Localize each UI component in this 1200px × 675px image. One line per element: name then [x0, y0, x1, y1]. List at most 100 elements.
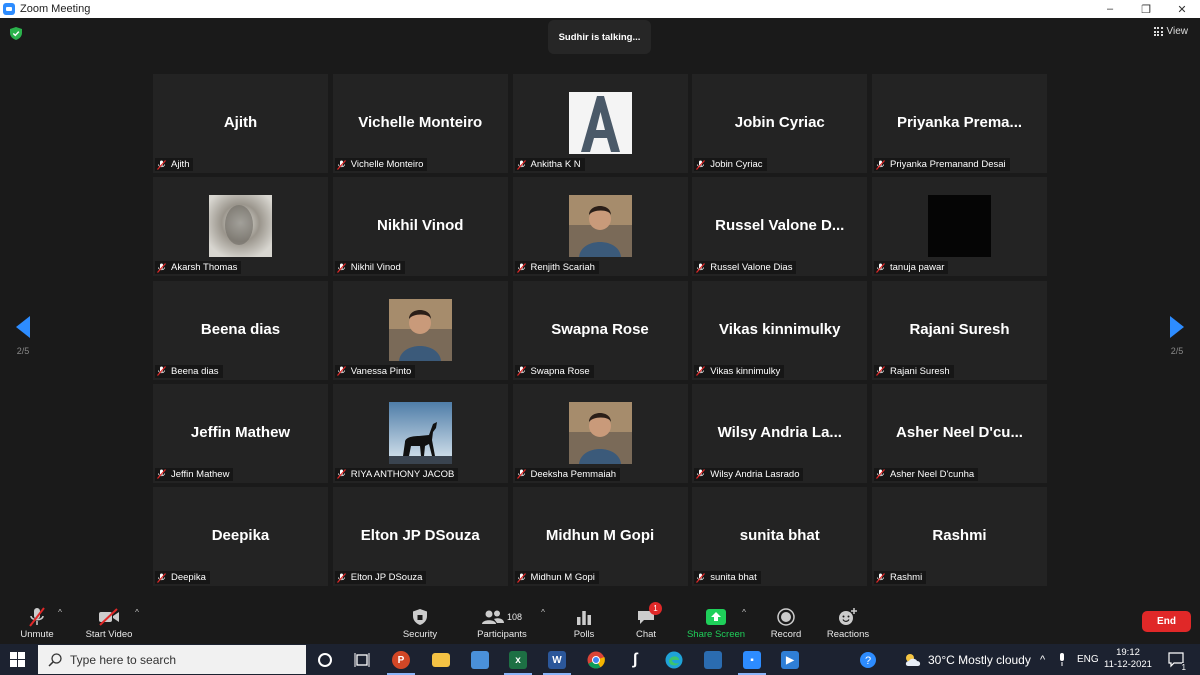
participant-tile[interactable]: Jeffin Mathew Jeffin Mathew — [153, 383, 328, 483]
minimize-button[interactable]: – — [1092, 0, 1128, 18]
start-video-button[interactable]: Start Video — [82, 598, 136, 644]
participant-tile[interactable]: Vanessa Pinto — [332, 280, 508, 380]
participants-button[interactable]: 108 Participants — [474, 598, 530, 644]
next-page-button[interactable]: 2/5 — [1162, 316, 1192, 356]
participant-tile[interactable]: sunita bhat sunita bhat — [692, 487, 868, 586]
file-explorer-icon[interactable] — [431, 650, 451, 670]
window-titlebar: Zoom Meeting – ❐ ✕ — [0, 0, 1200, 18]
mic-muted-icon — [696, 159, 710, 170]
participant-name-text: Vikas kinnimulky — [710, 365, 781, 377]
taskbar-search-box[interactable]: Type here to search — [38, 645, 306, 674]
participant-tile[interactable]: Deeksha Pemmaiah — [512, 383, 688, 483]
participant-name-label: sunita bhat — [694, 571, 761, 584]
polls-button[interactable]: Polls — [568, 598, 600, 644]
participant-tile[interactable]: Rashmi Rashmi — [872, 487, 1047, 586]
language-indicator[interactable]: ENG — [1077, 644, 1099, 675]
participant-tile[interactable]: Nikhil Vinod Nikhil Vinod — [332, 177, 508, 277]
taskbar-clock[interactable]: 19:12 11-12-2021 — [1103, 647, 1153, 671]
end-meeting-button[interactable]: End — [1142, 611, 1191, 632]
participant-name-text: Nikhil Vinod — [350, 262, 401, 274]
participant-name-label: RIYA ANTHONY JACOB — [334, 467, 459, 481]
app-s-icon[interactable]: ʃ — [625, 650, 645, 670]
participant-name-label: Nikhil Vinod — [334, 261, 405, 275]
participant-display-name: Deepika — [211, 527, 270, 544]
participant-tile[interactable]: Ajith Ajith — [153, 74, 328, 173]
participant-name-label: Wilsy Andria Lasrado — [694, 467, 804, 481]
chat-unread-badge: 1 — [649, 602, 662, 615]
windows-start-icon[interactable] — [10, 652, 25, 667]
excel-icon[interactable]: x — [504, 650, 532, 675]
grid-view-icon — [1153, 27, 1163, 36]
participant-tile[interactable]: Vikas kinnimulky Vikas kinnimulky — [692, 280, 868, 380]
participant-tile[interactable]: Rajani Suresh Rajani Suresh — [872, 280, 1047, 380]
participant-tile[interactable]: Priyanka Prema... Priyanka Premanand Desa… — [872, 74, 1047, 173]
participant-name-text: Deeksha Pemmaiah — [530, 468, 617, 480]
edge-icon[interactable] — [664, 650, 684, 670]
view-button[interactable]: View — [1153, 26, 1189, 37]
close-button[interactable]: ✕ — [1164, 0, 1200, 18]
cortana-icon[interactable] — [315, 650, 335, 670]
zoom-app-icon — [3, 3, 15, 15]
participant-name-text: Swapna Rose — [530, 365, 590, 377]
photos-icon[interactable] — [703, 650, 723, 670]
word-icon[interactable]: W — [543, 650, 571, 675]
mic-muted-icon — [696, 366, 710, 376]
media-icon[interactable]: ▶ — [780, 650, 800, 670]
previous-page-button[interactable]: 2/5 — [8, 316, 38, 356]
participant-name-text: Rajani Suresh — [890, 365, 950, 377]
participant-tile[interactable]: Asher Neel D'cu... Asher Neel D'cunha — [872, 383, 1047, 483]
participants-options-caret[interactable]: ^ — [537, 598, 549, 644]
show-hidden-icons-chevron[interactable]: ^ — [1040, 644, 1045, 675]
participant-name-label: Ankitha K N — [514, 158, 585, 171]
zoom-icon[interactable]: ▪ — [738, 650, 766, 675]
video-options-caret[interactable]: ^ — [131, 598, 143, 644]
notification-center-icon[interactable]: 1 — [1166, 650, 1186, 672]
participant-tile[interactable]: tanuja pawar — [872, 177, 1047, 277]
participant-tile[interactable]: Jobin Cyriac Jobin Cyriac — [692, 74, 868, 173]
share-screen-button[interactable]: Share Screen — [686, 598, 746, 644]
view-label: View — [1166, 26, 1189, 37]
participant-name-text: sunita bhat — [710, 572, 757, 583]
reactions-button[interactable]: Reactions — [824, 598, 872, 644]
chat-button[interactable]: 1 Chat — [630, 598, 662, 644]
participant-tile[interactable]: Swapna Rose Swapna Rose — [512, 280, 688, 380]
participant-tile[interactable]: Beena dias Beena dias — [153, 280, 328, 380]
participant-tile[interactable]: Vichelle Monteiro Vichelle Monteiro — [332, 74, 508, 173]
mic-muted-icon — [516, 366, 531, 376]
participant-avatar — [388, 401, 452, 464]
powerpoint-icon[interactable]: P — [387, 650, 415, 675]
participant-name-label: Ajith — [155, 158, 194, 171]
remote-desktop-icon[interactable] — [470, 650, 490, 670]
audio-options-caret[interactable]: ^ — [54, 598, 66, 644]
participant-tile[interactable]: Elton JP DSouza Elton JP DSouza — [332, 487, 508, 586]
share-screen-label: Share Screen — [686, 629, 746, 640]
participant-tile[interactable]: Akarsh Thomas — [153, 177, 328, 277]
participant-display-name: Wilsy Andria La... — [717, 423, 842, 441]
record-button[interactable]: Record — [766, 598, 806, 644]
participant-tile[interactable]: Renjith Scariah — [512, 177, 688, 277]
participant-tile[interactable]: Ankitha K N — [512, 74, 688, 173]
mic-muted-icon — [336, 469, 351, 480]
share-options-caret[interactable]: ^ — [738, 598, 750, 644]
participant-tile[interactable]: Midhun M Gopi Midhun M Gopi — [512, 487, 688, 586]
participant-display-name: Russel Valone D... — [715, 217, 845, 235]
mic-muted-icon — [876, 262, 890, 273]
windows-taskbar: Type here to search P x W ʃ ▪ ▶ ? 30°C M… — [0, 644, 1200, 675]
microphone-tray-icon[interactable] — [1058, 644, 1066, 675]
participant-tile[interactable]: Wilsy Andria La... Wilsy Andria Lasrado — [692, 383, 868, 483]
participant-avatar — [388, 298, 452, 361]
participant-tile[interactable]: RIYA ANTHONY JACOB — [332, 383, 508, 483]
restore-button[interactable]: ❐ — [1128, 0, 1164, 18]
participant-name-text: Russel Valone Dias — [710, 262, 793, 274]
participant-display-name: Nikhil Vinod — [377, 217, 464, 235]
security-button[interactable]: Security — [398, 598, 442, 644]
weather-widget[interactable]: 30°C Mostly cloudy — [903, 644, 1031, 675]
svg-text:?: ? — [865, 655, 871, 667]
participant-tile[interactable]: Russel Valone D... Russel Valone Dias — [692, 177, 868, 277]
participant-display-name: Jeffin Mathew — [190, 423, 291, 441]
task-view-icon[interactable] — [352, 650, 372, 670]
chrome-icon[interactable] — [586, 650, 606, 670]
participant-tile[interactable]: Deepika Deepika — [153, 487, 328, 586]
encryption-shield-icon[interactable] — [10, 27, 22, 40]
help-icon[interactable]: ? — [858, 650, 878, 670]
